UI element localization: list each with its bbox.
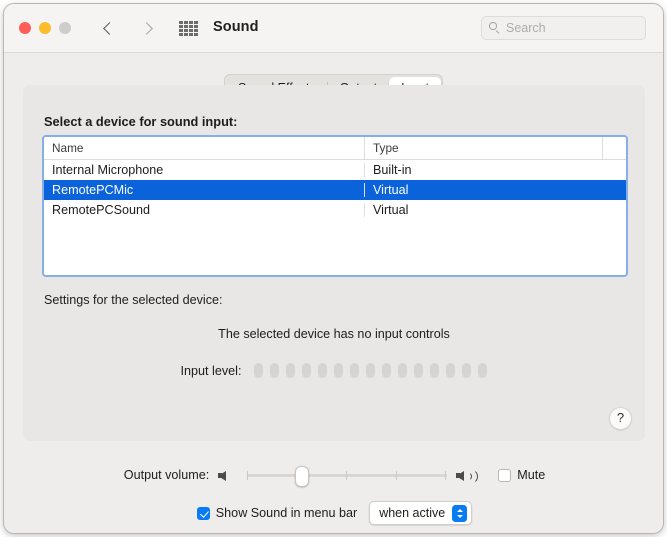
slider-tick — [247, 471, 248, 480]
speaker-low-icon — [218, 468, 232, 482]
slider-tick — [346, 471, 347, 480]
help-button[interactable]: ? — [609, 407, 632, 430]
input-level-segment — [350, 363, 359, 378]
input-level-label: Input level: — [181, 364, 242, 378]
menu-bar-visibility-dropdown[interactable]: when active — [369, 501, 472, 525]
device-list-header: Name Type — [44, 137, 626, 160]
input-level-segment — [446, 363, 455, 378]
input-level-segment — [414, 363, 423, 378]
search-field[interactable]: Search — [481, 16, 646, 40]
table-row[interactable]: RemotePCMic Virtual — [44, 180, 626, 200]
select-device-label: Select a device for sound input: — [44, 114, 237, 129]
speaker-high-icon — [456, 468, 478, 482]
slider-thumb[interactable] — [295, 466, 309, 487]
chevron-left-icon — [103, 22, 116, 35]
traffic-lights — [19, 22, 71, 34]
minimize-button[interactable] — [39, 22, 51, 34]
menu-bar-row: Show Sound in menu bar when active — [4, 501, 664, 525]
input-level-segment — [334, 363, 343, 378]
device-list[interactable]: Name Type Internal Microphone Built-in R… — [42, 135, 628, 277]
slider-tick — [396, 471, 397, 480]
dropdown-selected-value: when active — [379, 506, 445, 520]
column-header-type[interactable]: Type — [364, 137, 602, 159]
forward-button[interactable] — [137, 17, 159, 39]
input-level-segment — [318, 363, 327, 378]
output-volume-row: Output volume: Mute — [4, 466, 664, 484]
input-level-segment — [478, 363, 487, 378]
show-in-menu-bar-control[interactable]: Show Sound in menu bar — [197, 506, 357, 520]
column-header-spacer — [602, 137, 626, 159]
table-row[interactable]: RemotePCSound Virtual — [44, 200, 626, 220]
input-settings-panel: Select a device for sound input: Name Ty… — [23, 85, 645, 441]
output-volume-slider[interactable] — [247, 466, 447, 484]
input-level-segment — [366, 363, 375, 378]
table-row[interactable]: Internal Microphone Built-in — [44, 160, 626, 180]
device-name: Internal Microphone — [44, 163, 364, 177]
column-header-name[interactable]: Name — [44, 137, 364, 159]
input-level-segment — [462, 363, 471, 378]
no-input-controls-message: The selected device has no input control… — [23, 327, 645, 341]
device-name: RemotePCMic — [44, 183, 364, 197]
mute-control[interactable]: Mute — [498, 468, 545, 482]
back-button[interactable] — [97, 17, 119, 39]
settings-label: Settings for the selected device: — [44, 293, 223, 307]
input-level-segment — [302, 363, 311, 378]
zoom-button[interactable] — [59, 22, 71, 34]
show-in-menu-bar-label: Show Sound in menu bar — [216, 506, 357, 520]
input-level-row: Input level: — [23, 363, 645, 378]
close-button[interactable] — [19, 22, 31, 34]
input-level-segment — [382, 363, 391, 378]
input-level-segment — [398, 363, 407, 378]
mute-checkbox[interactable] — [498, 469, 511, 482]
chevron-right-icon — [140, 22, 153, 35]
input-level-meter — [254, 363, 487, 378]
input-level-segment — [270, 363, 279, 378]
page-title: Sound — [213, 19, 259, 35]
sound-preferences-window: Sound Search Sound Effects Output Input … — [3, 3, 664, 534]
input-level-segment — [286, 363, 295, 378]
device-type: Virtual — [364, 183, 602, 197]
input-level-segment — [254, 363, 263, 378]
mute-label: Mute — [517, 468, 545, 482]
device-name: RemotePCSound — [44, 203, 364, 217]
output-volume-label: Output volume: — [124, 468, 209, 482]
show-in-menu-bar-checkbox[interactable] — [197, 507, 210, 520]
window-titlebar: Sound Search — [4, 4, 663, 53]
slider-tick — [445, 471, 446, 480]
input-level-segment — [430, 363, 439, 378]
search-placeholder: Search — [506, 21, 546, 35]
device-type: Built-in — [364, 163, 602, 177]
chevron-updown-icon — [452, 505, 467, 522]
device-type: Virtual — [364, 203, 602, 217]
show-all-preferences-icon[interactable] — [179, 21, 198, 36]
search-icon — [489, 22, 501, 34]
